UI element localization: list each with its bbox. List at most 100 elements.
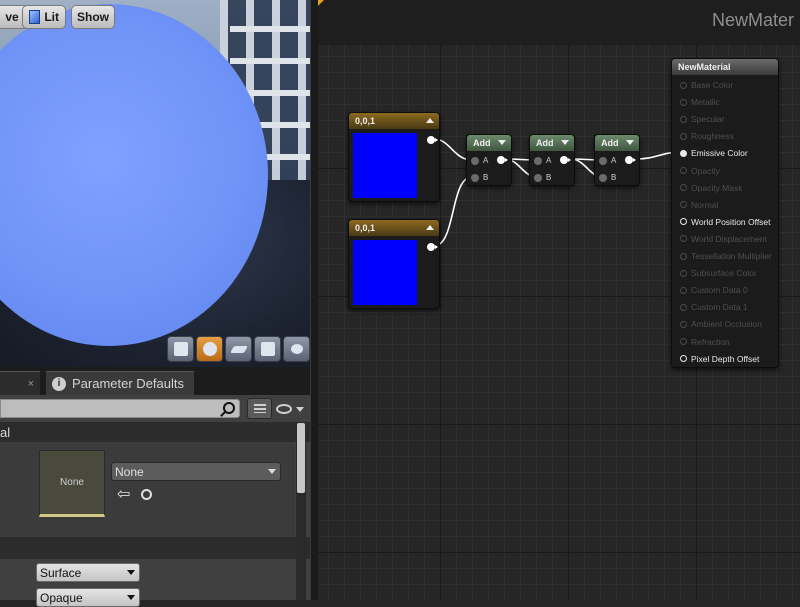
input-pin[interactable] [680,252,687,260]
material-preview-viewport[interactable]: ve Lit Show [0,0,310,367]
material-input-row[interactable]: Normal [680,199,718,211]
input-pin-a[interactable] [534,157,542,165]
close-icon[interactable]: × [28,378,34,390]
material-result-header[interactable]: NewMaterial [672,59,778,75]
material-input-row[interactable]: Emissive Color [680,147,748,159]
output-pin[interactable] [427,243,438,251]
input-pin[interactable] [680,115,687,123]
constant3-node-1[interactable]: 0,0,1 [348,112,440,202]
input-pin[interactable] [680,269,687,277]
preview-cube-button[interactable] [254,336,281,362]
add-node-3-header[interactable]: Add [595,135,639,151]
material-input-row[interactable]: World Position Offset [680,216,771,228]
material-input-row[interactable]: Specular [680,113,725,125]
preview-plane-button[interactable] [225,336,252,362]
browse-search-icon[interactable] [141,489,152,500]
search-icon[interactable] [223,402,235,414]
blend-mode-select[interactable]: Opaque [36,588,140,607]
add-node-1[interactable]: Add A B [466,134,512,186]
texture-select[interactable]: None [111,462,281,481]
material-input-row[interactable]: Roughness [680,130,734,142]
input-pin[interactable] [680,184,687,192]
output-pin[interactable] [560,156,571,164]
material-input-label: Subsurface Color [691,268,757,279]
preview-custom-mesh-button[interactable] [283,336,310,362]
output-pin[interactable] [497,156,508,164]
constant3-node-2[interactable]: 0,0,1 [348,219,440,309]
material-input-row[interactable]: Ambient Occlusion [680,318,762,330]
list-view-button[interactable] [247,398,272,419]
input-pin-b[interactable] [534,174,542,182]
material-input-row[interactable]: Tessellation Multiplier [680,250,772,262]
input-pin[interactable] [680,338,687,345]
plane-icon [229,345,248,353]
input-pin[interactable] [680,320,687,328]
input-pin[interactable] [680,149,687,157]
output-pin[interactable] [427,136,438,144]
material-input-row[interactable]: Opacity [680,165,720,177]
details-search-input[interactable] [0,399,240,418]
input-pin-a[interactable] [599,157,607,165]
texture-thumbnail[interactable]: None [39,450,105,517]
material-input-label: Specular [691,114,725,125]
input-pin[interactable] [680,303,687,311]
preview-shape-toolbar [167,336,310,362]
chevron-down-icon[interactable] [561,140,569,145]
show-button[interactable]: Show [71,5,115,29]
input-pin[interactable] [680,235,687,243]
input-pin-b[interactable] [599,174,607,182]
add-node-1-header[interactable]: Add [467,135,511,151]
material-input-row[interactable]: Custom Data 1 [680,301,748,313]
details-scrollbar-thumb[interactable] [297,423,305,493]
chevron-down-icon [127,570,135,575]
input-pin[interactable] [680,286,687,294]
add-node-2[interactable]: Add A B [529,134,575,186]
material-result-node[interactable]: NewMaterial Base Color Metallic Specular Ro… [671,58,779,368]
preview-cylinder-button[interactable] [167,336,194,362]
constant3-node-2-header[interactable]: 0,0,1 [349,220,439,236]
input-pin[interactable] [680,201,687,209]
input-a-label: A [546,156,552,165]
material-input-row[interactable]: Subsurface Color [680,267,757,279]
material-input-row[interactable]: Base Color [680,79,733,91]
cylinder-icon [173,342,188,356]
input-pin[interactable] [680,81,687,89]
chevron-down-icon[interactable] [626,140,634,145]
info-icon: i [52,376,66,391]
material-input-row[interactable]: Custom Data 0 [680,284,748,296]
material-input-row[interactable]: Metallic [680,96,720,108]
material-input-row[interactable]: World Displacement [680,233,767,245]
material-domain-select[interactable]: Surface [36,563,140,582]
tab-details[interactable]: × [0,371,40,395]
lit-mode-button[interactable]: Lit [22,5,66,29]
tab-parameter-defaults[interactable]: i Parameter Defaults [46,371,194,395]
material-domain-value: Surface [40,565,82,580]
material-category-header[interactable] [0,537,310,559]
output-pin[interactable] [625,156,636,164]
material-input-label: Roughness [691,131,735,142]
collapse-icon[interactable] [426,118,434,123]
input-pin-a[interactable] [471,157,479,165]
material-input-row[interactable]: Opacity Mask [680,182,743,194]
use-selected-arrow-icon[interactable]: ⇦ [117,484,130,504]
material-input-row[interactable]: Pixel Depth Offset [680,353,759,365]
add-node-3[interactable]: Add A B [594,134,640,186]
view-options-button[interactable] [276,401,306,417]
category-header[interactable]: al [0,422,310,442]
material-graph-canvas[interactable]: NewMater 0,0,1 0,0,1 Add A B Add A B Add… [318,0,800,600]
input-pin[interactable] [680,98,687,106]
input-pin[interactable] [680,132,687,140]
chevron-down-icon[interactable] [498,140,506,145]
input-pin[interactable] [680,167,687,174]
input-pin[interactable] [680,355,687,363]
input-pin[interactable] [680,218,687,226]
panel-splitter[interactable] [310,0,318,600]
input-pin-b[interactable] [471,174,479,182]
constant3-node-1-label: 0,0,1 [355,116,376,126]
material-input-row[interactable]: Refraction [680,336,730,348]
preview-sphere-button[interactable] [196,336,223,362]
constant3-node-1-header[interactable]: 0,0,1 [349,113,439,129]
add-node-2-header[interactable]: Add [530,135,574,151]
details-scrollbar[interactable] [296,422,306,600]
collapse-icon[interactable] [426,225,434,230]
